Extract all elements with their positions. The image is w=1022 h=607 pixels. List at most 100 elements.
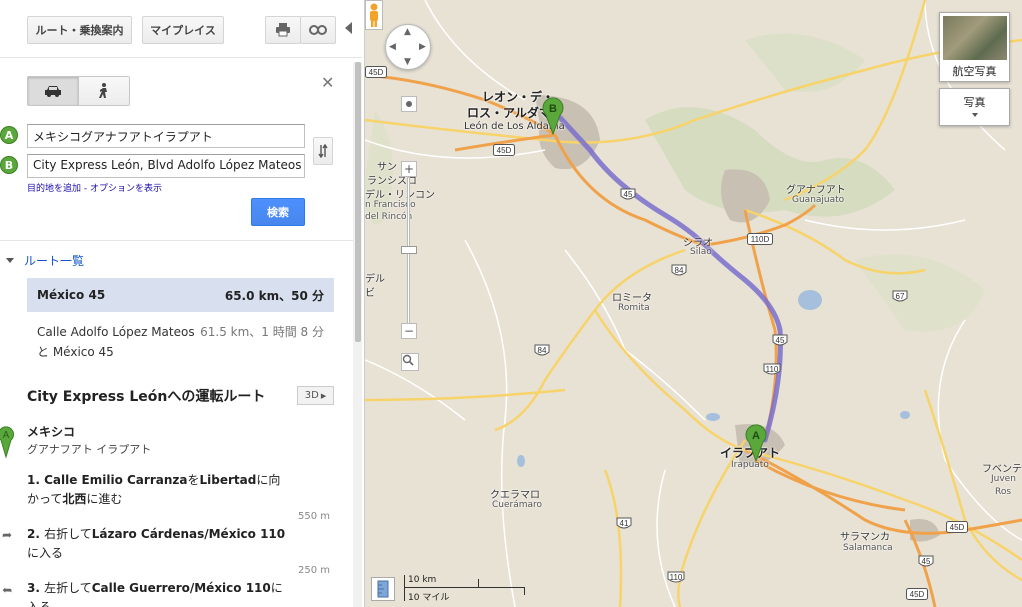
recenter-button[interactable] bbox=[401, 96, 417, 112]
place-label[interactable]: デル bbox=[365, 270, 385, 285]
route-option-1[interactable]: México 45 65.0 km、50 分 bbox=[27, 278, 334, 312]
pan-up-icon[interactable]: ▲ bbox=[404, 27, 411, 37]
directions-title: City Express Leónへの運転ルート bbox=[27, 389, 266, 405]
place-label[interactable]: Romita bbox=[618, 303, 650, 313]
routes-header-label: ルート一覧 bbox=[24, 254, 85, 268]
route-summary: 61.5 km、1 時間 8 分 bbox=[200, 325, 324, 339]
route-option-2[interactable]: Calle Adolfo López Mateos 61.5 km、1 時間 8… bbox=[27, 320, 334, 362]
svg-text:45D: 45D bbox=[369, 68, 384, 77]
pan-left-icon[interactable]: ◀ bbox=[389, 42, 396, 52]
car-icon bbox=[45, 86, 61, 97]
shield-icon: 110D bbox=[747, 233, 773, 245]
scale-tick bbox=[404, 575, 405, 601]
show-options-link[interactable]: オプションを表示 bbox=[90, 184, 162, 194]
route-name: México 45 bbox=[37, 288, 106, 302]
car-mode-button[interactable] bbox=[28, 77, 79, 105]
origin-input[interactable]: メキシコグアナフアトイラプアト bbox=[27, 124, 305, 148]
place-label[interactable]: ロス・アルダマ bbox=[467, 104, 551, 121]
step-street: 1. Calle Emilio Carranza bbox=[27, 473, 188, 487]
step-text: に進む bbox=[86, 492, 123, 506]
scale-bar: 10 km 10 マイル bbox=[371, 575, 591, 605]
step-3[interactable]: 3. 左折してCalle Guerrero/México 110に入る bbox=[27, 579, 289, 607]
scale-tick bbox=[524, 587, 525, 595]
pan-down-icon[interactable]: ▼ bbox=[404, 57, 411, 67]
place-label[interactable]: Salamanca bbox=[843, 543, 893, 553]
place-label[interactable]: del Rincón bbox=[365, 212, 412, 222]
route-summary: 65.0 km、50 分 bbox=[224, 288, 324, 303]
pegman-icon[interactable] bbox=[365, 0, 383, 30]
step-2[interactable]: 2. 右折してLázaro Cárdenas/México 110 に入る bbox=[27, 525, 289, 563]
place-label[interactable]: サラマンカ bbox=[840, 528, 890, 543]
step-text: 左折して bbox=[44, 581, 92, 595]
place-label[interactable]: グアナフアト bbox=[786, 181, 846, 196]
my-places-button[interactable]: マイプレイス bbox=[142, 16, 224, 44]
scale-km-label: 10 km bbox=[408, 575, 437, 585]
svg-text:45: 45 bbox=[776, 336, 785, 345]
place-label[interactable]: Guanajuato bbox=[792, 195, 844, 205]
scale-tick bbox=[478, 579, 479, 587]
swap-button[interactable] bbox=[313, 137, 333, 165]
place-label[interactable]: デル・リンコン bbox=[365, 186, 435, 201]
origin-pin-icon[interactable]: A bbox=[745, 424, 767, 462]
add-destination-link[interactable]: 目的地を追加 bbox=[27, 184, 81, 194]
svg-text:84: 84 bbox=[538, 346, 547, 355]
svg-text:45D: 45D bbox=[910, 590, 925, 599]
shield-icon: 45 bbox=[620, 188, 636, 200]
link-button[interactable] bbox=[300, 16, 336, 44]
place-label[interactable]: Cuerámaro bbox=[492, 500, 542, 510]
shield-icon: 110 bbox=[763, 363, 781, 375]
place-label[interactable]: ロミータ bbox=[612, 289, 652, 304]
scrollbar-thumb[interactable] bbox=[355, 62, 361, 342]
photo-label: 写真 bbox=[963, 96, 986, 109]
3d-button[interactable]: 3D ▶ bbox=[297, 386, 334, 405]
satellite-label: 航空写真 bbox=[952, 65, 997, 78]
place-label[interactable]: クエラマロ bbox=[490, 486, 540, 501]
recenter-dot-icon bbox=[406, 101, 412, 107]
svg-text:84: 84 bbox=[675, 266, 684, 275]
svg-text:67: 67 bbox=[896, 292, 905, 301]
satellite-toggle[interactable]: 航空写真 bbox=[939, 12, 1010, 82]
zoom-slider-thumb[interactable] bbox=[401, 246, 417, 254]
step-1[interactable]: 1. Calle Emilio CarranzaをLibertadに向かって北西… bbox=[27, 471, 289, 509]
chevron-down-icon bbox=[971, 113, 978, 117]
destination-marker: B bbox=[0, 156, 18, 174]
shield-icon: 41 bbox=[616, 517, 632, 529]
zoom-out-button[interactable]: − bbox=[401, 323, 417, 339]
shield-icon: 45 bbox=[772, 334, 788, 346]
route-name: Calle Adolfo López Mateos bbox=[37, 325, 195, 339]
place-label[interactable]: Silao bbox=[690, 247, 712, 257]
routes-header[interactable]: ルート一覧 bbox=[6, 252, 84, 269]
pan-control[interactable]: ▲ ▼ ◀ ▶ bbox=[385, 24, 431, 70]
map-background bbox=[365, 0, 1022, 607]
map-scale-toggle[interactable] bbox=[371, 577, 395, 601]
zoom-in-button[interactable]: + bbox=[401, 161, 417, 177]
place-label[interactable]: ビ bbox=[365, 284, 375, 299]
travel-mode-selector bbox=[27, 76, 130, 106]
shield-icon: 84 bbox=[534, 344, 550, 356]
print-button[interactable] bbox=[265, 16, 301, 44]
destination-pin-icon[interactable]: B bbox=[542, 97, 564, 135]
photo-layer-dropdown[interactable]: 写真 bbox=[939, 88, 1010, 126]
svg-text:110: 110 bbox=[670, 573, 683, 582]
collapse-panel-icon[interactable] bbox=[345, 22, 352, 34]
step-distance: 250 m bbox=[298, 565, 331, 576]
zoom-area-button[interactable] bbox=[401, 353, 419, 371]
directions-button[interactable]: ルート・乗換案内 bbox=[27, 16, 132, 44]
satellite-thumbnail bbox=[943, 16, 1007, 60]
shield-icon: 110 bbox=[667, 571, 685, 583]
svg-text:45: 45 bbox=[624, 190, 633, 199]
links-separator: - bbox=[81, 184, 90, 194]
map-canvas[interactable]: 45D 45D 45 110D 84 45 110 84 67 41 110 4… bbox=[365, 0, 1022, 607]
swap-arrows-icon bbox=[318, 144, 328, 158]
search-button[interactable]: 検索 bbox=[251, 198, 305, 226]
place-label[interactable]: Juven bbox=[991, 474, 1016, 484]
pan-right-icon[interactable]: ▶ bbox=[419, 42, 426, 52]
turn-right-icon: ➦ bbox=[2, 528, 13, 542]
place-label[interactable]: サン bbox=[377, 158, 397, 173]
destination-input[interactable]: City Express León, Blvd Adolfo López Mat… bbox=[27, 154, 305, 178]
place-label[interactable]: Ros bbox=[995, 487, 1011, 497]
walk-mode-button[interactable] bbox=[79, 77, 129, 105]
place-label[interactable]: フベンティ bbox=[982, 460, 1022, 475]
close-icon[interactable]: ✕ bbox=[321, 73, 334, 92]
divider bbox=[0, 240, 362, 241]
